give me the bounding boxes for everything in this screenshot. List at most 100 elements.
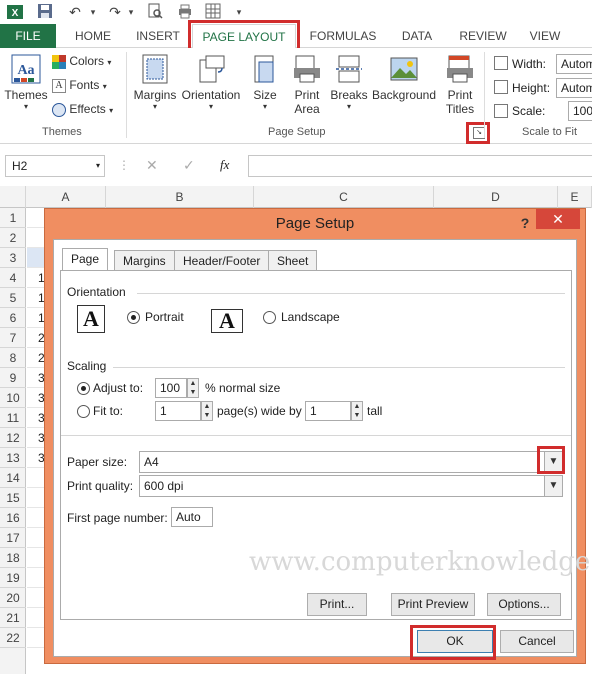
- cell-a[interactable]: [27, 488, 44, 508]
- cell-a[interactable]: [27, 528, 44, 548]
- row-header[interactable]: 9: [0, 368, 26, 388]
- portrait-radio[interactable]: [127, 311, 140, 324]
- help-icon[interactable]: ?: [515, 213, 535, 233]
- cell-a[interactable]: [27, 468, 44, 488]
- row-header[interactable]: 12: [0, 428, 26, 448]
- tab-file[interactable]: FILE: [0, 24, 56, 48]
- fit-tall-input[interactable]: 1: [305, 401, 351, 421]
- portrait-label[interactable]: Portrait: [145, 310, 184, 324]
- column-header[interactable]: C: [254, 186, 434, 208]
- tab-data[interactable]: DATA: [390, 24, 444, 48]
- row-header[interactable]: 4: [0, 268, 26, 288]
- print-preview-button[interactable]: Print Preview: [391, 593, 475, 616]
- undo-icon[interactable]: ↶: [66, 3, 84, 21]
- adjust-to-radio[interactable]: [77, 382, 90, 395]
- row-header[interactable]: 10: [0, 388, 26, 408]
- first-page-number-input[interactable]: Auto: [171, 507, 213, 527]
- insert-function-icon[interactable]: fx: [220, 157, 229, 173]
- cell-a[interactable]: 2: [27, 348, 45, 368]
- cell-a[interactable]: 3: [27, 388, 45, 408]
- cancel-button[interactable]: Cancel: [500, 630, 574, 653]
- effects-button[interactable]: Effects ▾: [52, 102, 122, 117]
- themes-button[interactable]: Aa Themes ▾: [4, 54, 48, 111]
- background-button[interactable]: Background: [370, 54, 438, 102]
- column-header[interactable]: A: [26, 186, 106, 208]
- margins-button[interactable]: Margins ▾: [132, 54, 178, 111]
- cell-a[interactable]: [27, 548, 44, 568]
- print-titles-button[interactable]: Print Titles: [442, 54, 478, 116]
- formula-input[interactable]: [248, 155, 592, 177]
- row-header[interactable]: 16: [0, 508, 26, 528]
- cell-a[interactable]: [27, 248, 44, 268]
- row-header[interactable]: 18: [0, 548, 26, 568]
- tab-formulas[interactable]: FORMULAS: [304, 24, 382, 48]
- breaks-button[interactable]: Breaks ▾: [330, 54, 368, 111]
- row-header[interactable]: 17: [0, 528, 26, 548]
- customize-qat-icon[interactable]: ▾: [230, 3, 248, 21]
- print-quality-dropdown-icon[interactable]: ▼: [544, 476, 562, 496]
- height-select[interactable]: Autom: [556, 78, 592, 98]
- row-header[interactable]: 14: [0, 468, 26, 488]
- row-header[interactable]: 19: [0, 568, 26, 588]
- row-header[interactable]: 11: [0, 408, 26, 428]
- quick-print-icon[interactable]: [176, 3, 194, 21]
- scale-input[interactable]: 100: [568, 101, 592, 121]
- tab-view[interactable]: VIEW: [520, 24, 570, 48]
- cell-a[interactable]: 3: [27, 368, 45, 388]
- landscape-label[interactable]: Landscape: [281, 310, 340, 324]
- column-header[interactable]: B: [106, 186, 254, 208]
- cell-a[interactable]: 1: [27, 308, 45, 328]
- cell-a[interactable]: [27, 208, 44, 228]
- page-layout-icon[interactable]: [204, 3, 222, 21]
- row-header[interactable]: 8: [0, 348, 26, 368]
- adjust-to-input[interactable]: 100: [155, 378, 187, 398]
- column-header[interactable]: D: [434, 186, 558, 208]
- cell-a[interactable]: 3: [27, 428, 45, 448]
- cell-a[interactable]: [27, 568, 44, 588]
- name-box-dropdown-icon[interactable]: ▾: [96, 156, 100, 176]
- width-select[interactable]: Autom: [556, 54, 592, 74]
- undo-dropdown-icon[interactable]: ▾: [84, 3, 102, 21]
- row-header[interactable]: 3: [0, 248, 26, 268]
- tab-margins[interactable]: Margins: [114, 250, 175, 270]
- redo-dropdown-icon[interactable]: ▾: [122, 3, 140, 21]
- cell-a[interactable]: [27, 588, 44, 608]
- fit-tall-spinner[interactable]: ▲ ▼: [351, 401, 363, 421]
- cell-a[interactable]: [27, 628, 44, 648]
- cell-a[interactable]: 3: [27, 448, 45, 468]
- row-header[interactable]: 20: [0, 588, 26, 608]
- tab-review[interactable]: REVIEW: [452, 24, 514, 48]
- cell-a[interactable]: 1: [27, 288, 45, 308]
- adjust-to-spinner[interactable]: ▲ ▼: [187, 378, 199, 398]
- options-button[interactable]: Options...: [487, 593, 561, 616]
- row-header[interactable]: 5: [0, 288, 26, 308]
- column-header[interactable]: E: [558, 186, 592, 208]
- row-header[interactable]: 13: [0, 448, 26, 468]
- orientation-button[interactable]: Orientation ▾: [180, 54, 242, 111]
- print-quality-select[interactable]: 600 dpi ▼: [139, 475, 563, 497]
- save-icon[interactable]: [36, 3, 54, 21]
- fit-to-label[interactable]: Fit to:: [93, 404, 123, 418]
- cell-a[interactable]: [27, 228, 44, 248]
- cell-a[interactable]: 1: [27, 268, 45, 288]
- cell-a[interactable]: [27, 508, 44, 528]
- row-header[interactable]: 21: [0, 608, 26, 628]
- cancel-icon[interactable]: ✕: [146, 157, 158, 174]
- select-all-corner[interactable]: [0, 186, 26, 208]
- tab-home[interactable]: HOME: [66, 24, 120, 48]
- cell-a[interactable]: [27, 608, 44, 628]
- tab-header-footer[interactable]: Header/Footer: [174, 250, 270, 270]
- adjust-to-label[interactable]: Adjust to:: [93, 381, 143, 395]
- row-header[interactable]: 6: [0, 308, 26, 328]
- close-button[interactable]: ✕: [536, 209, 580, 229]
- row-header[interactable]: 2: [0, 228, 26, 248]
- excel-app-icon[interactable]: X: [6, 3, 24, 21]
- size-button[interactable]: Size ▾: [248, 54, 282, 111]
- fonts-button[interactable]: A Fonts ▾: [52, 78, 122, 93]
- row-header[interactable]: 7: [0, 328, 26, 348]
- row-header[interactable]: 1: [0, 208, 26, 228]
- cell-a[interactable]: 2: [27, 328, 45, 348]
- paper-size-select[interactable]: A4 ▼: [139, 451, 563, 473]
- tab-sheet[interactable]: Sheet: [268, 250, 318, 270]
- fit-wide-spinner[interactable]: ▲ ▼: [201, 401, 213, 421]
